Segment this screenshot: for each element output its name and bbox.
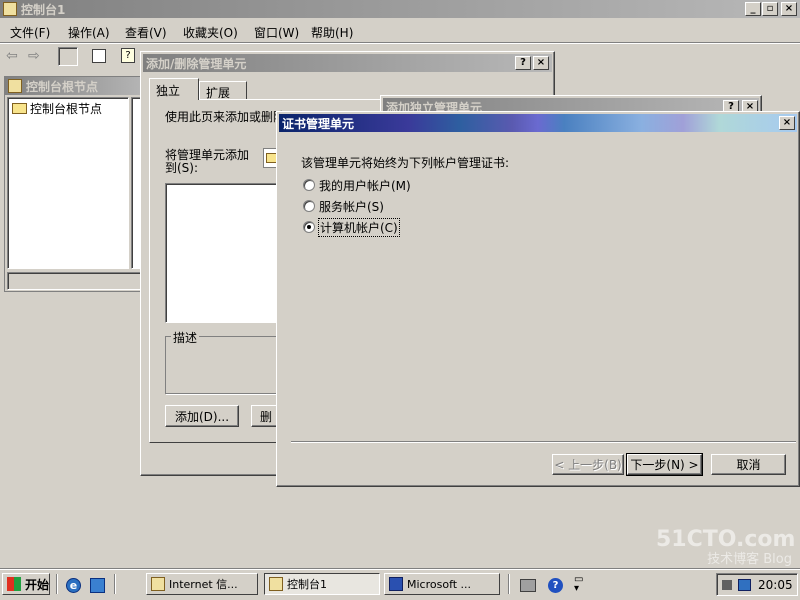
task-microsoft-label: Microsoft ... (407, 577, 472, 591)
forward-arrow-icon[interactable]: ⇨ (28, 48, 40, 64)
ie-icon[interactable]: e (66, 578, 81, 593)
internet-task-icon (151, 577, 165, 591)
intro-text: 使用此页来添加或删除 (165, 110, 286, 124)
snapin-list[interactable] (165, 183, 277, 323)
console-root-window: 控制台根节点 控制台根节点 (4, 76, 151, 292)
restore-button[interactable]: ▫ (762, 2, 778, 16)
menu-action[interactable]: 操作(A) (68, 24, 110, 41)
tree-item-root[interactable]: 控制台根节点 (12, 100, 102, 117)
toolbar-chevron-icon[interactable]: ▭ ▾ (574, 575, 583, 594)
help-tray-icon[interactable]: ? (548, 578, 563, 593)
tree-pane[interactable]: 控制台根节点 (7, 97, 129, 269)
description-label: 描述 (171, 329, 200, 346)
help-icon[interactable]: ? (121, 48, 135, 63)
cancel-button[interactable]: 取消 (711, 454, 786, 475)
menu-favorites[interactable]: 收藏夹(O) (183, 24, 238, 41)
menu-view[interactable]: 查看(V) (125, 24, 167, 41)
add-to-label: 将管理单元添加到(S): (165, 148, 250, 175)
console-root-title-bar[interactable]: 控制台根节点 (5, 77, 151, 95)
export-list-icon[interactable] (92, 49, 106, 63)
clock[interactable]: 20:05 (758, 578, 793, 592)
network-icon[interactable] (520, 579, 536, 592)
quicklaunch-divider-2 (114, 574, 116, 594)
tree-item-label: 控制台根节点 (30, 102, 103, 116)
close-button[interactable]: × (781, 2, 797, 16)
tab-extensions-label: 扩展 (206, 86, 231, 100)
add-remove-title-bar[interactable]: 添加/删除管理单元 (143, 54, 552, 72)
watermark-sub: 技术博客 Blog (707, 552, 792, 567)
task-console[interactable]: 控制台1 (264, 573, 380, 595)
add-remove-title: 添加/删除管理单元 (146, 56, 247, 71)
monitor-icon[interactable] (738, 579, 751, 591)
radio-service-account[interactable] (303, 200, 315, 212)
task-internet-label: Internet 信... (169, 578, 238, 591)
start-label: 开始 (25, 577, 50, 592)
console-root-icon (8, 79, 22, 93)
status-bar (7, 272, 147, 290)
console-root-title: 控制台根节点 (26, 79, 99, 94)
next-button[interactable]: 下一步(N) > (626, 453, 703, 476)
watermark: 51CTO.com 技术博客 Blog (656, 527, 796, 570)
task-microsoft[interactable]: Microsoft ... (384, 573, 500, 595)
tab-standalone-label: 独立 (156, 84, 181, 98)
cert-dialog: 证书管理单元 × 该管理单元将始终为下列帐户管理证书: 我的用户帐户(M) 服务… (276, 111, 800, 487)
task-internet[interactable]: Internet 信... (146, 573, 258, 595)
radio-computer-account[interactable] (303, 221, 315, 233)
menu-help[interactable]: 帮助(H) (311, 24, 353, 41)
add-remove-help-button[interactable]: ? (515, 56, 531, 70)
main-title: 控制台1 (21, 2, 66, 17)
task-console-label: 控制台1 (287, 578, 327, 591)
radio-computer-account-label[interactable]: 计算机帐户(C) (318, 218, 400, 237)
cert-separator (291, 441, 796, 443)
menu-file[interactable]: 文件(F) (10, 24, 50, 41)
cert-title: 证书管理单元 (282, 116, 355, 131)
tab-standalone[interactable]: 独立 (149, 78, 199, 100)
back-button[interactable]: < 上一步(B) (552, 454, 624, 475)
menu-separator (0, 42, 800, 44)
cert-close-button[interactable]: × (779, 116, 795, 130)
taskbar-divider (508, 574, 510, 594)
cert-prompt: 该管理单元将始终为下列帐户管理证书: (301, 156, 510, 170)
windows-logo-icon (7, 577, 21, 591)
quicklaunch-divider (56, 574, 58, 594)
back-arrow-icon[interactable]: ⇦ (6, 48, 18, 64)
desktop-icon[interactable] (90, 578, 105, 593)
cert-title-bar[interactable]: 证书管理单元 (279, 114, 797, 132)
minimize-button[interactable]: _ (745, 2, 761, 16)
add-remove-close-button[interactable]: × (533, 56, 549, 70)
show-tree-icon[interactable] (58, 47, 78, 66)
console-icon (3, 2, 17, 16)
start-button[interactable]: 开始 (2, 573, 50, 595)
main-title-bar[interactable]: 控制台1 (0, 0, 800, 18)
radio-service-account-label[interactable]: 服务帐户(S) (319, 198, 384, 215)
volume-icon[interactable] (722, 580, 732, 590)
radio-my-user-account-label[interactable]: 我的用户帐户(M) (319, 177, 411, 194)
add-button[interactable]: 添加(D)... (165, 405, 239, 427)
menu-window[interactable]: 窗口(W) (254, 24, 299, 41)
tab-extensions[interactable]: 扩展 (199, 81, 247, 100)
watermark-site: 51CTO.com (656, 527, 796, 552)
folder-icon (12, 103, 27, 114)
word-task-icon (389, 577, 403, 591)
radio-my-user-account[interactable] (303, 179, 315, 191)
console-task-icon (269, 577, 283, 591)
